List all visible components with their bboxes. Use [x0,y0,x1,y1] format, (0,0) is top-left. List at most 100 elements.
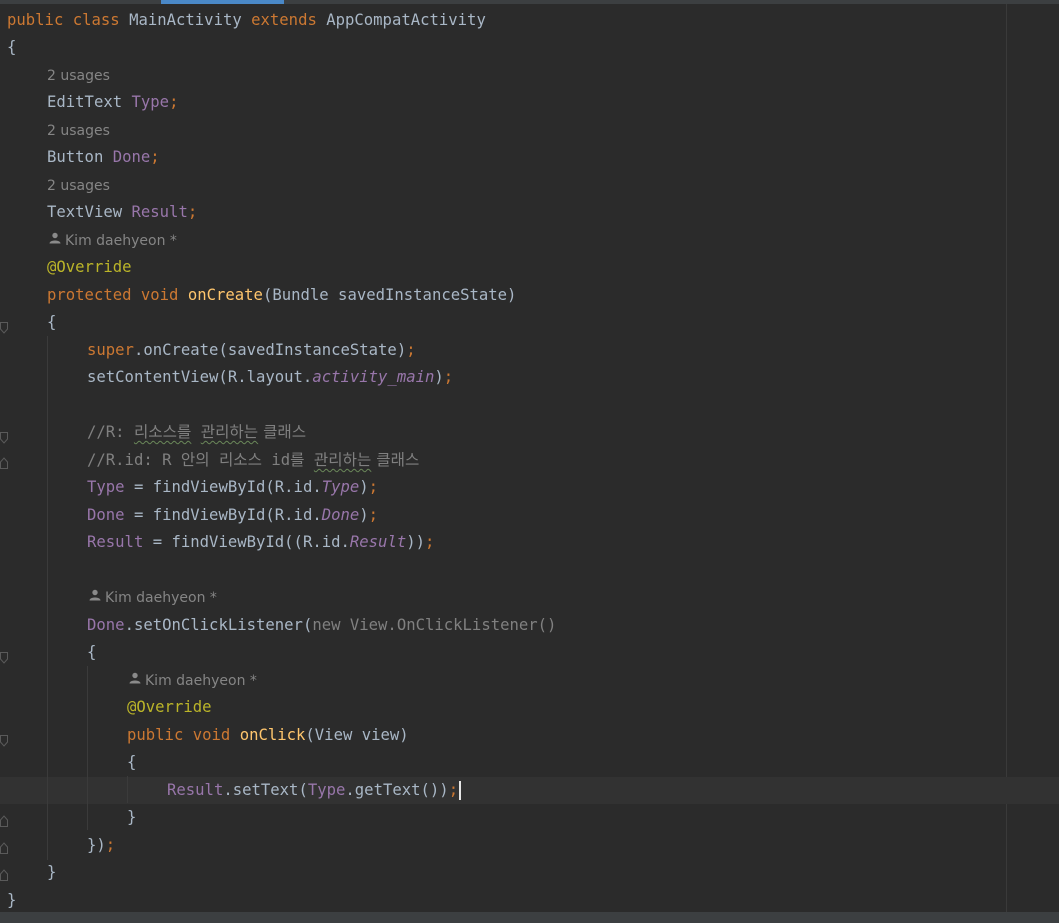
code-token: Type [321,478,360,496]
code-token: TextView [47,203,132,221]
code-token: { [127,753,137,771]
superclass-name: AppCompatActivity [316,11,486,29]
author-name: Kim daehyeon * [145,673,257,689]
code-token: ; [368,506,379,524]
code-token: = findViewById((R.id. [143,533,350,551]
code-line-assign-done[interactable]: Done = findViewById(R.id.Done); [87,502,378,529]
code-token: 클래스 [371,451,420,469]
code-line-class-declaration[interactable]: public class MainActivity extends AppCom… [7,7,486,34]
code-line-assign-result[interactable]: Result = findViewById((R.id.Result)); [87,529,434,556]
code-line-set-text[interactable]: Result.setText(Type.getText()); [167,777,462,804]
usages-hint[interactable]: 2 usages [47,66,110,86]
indent-guide [127,776,128,803]
code-token: ; [448,781,459,799]
code-token: .setText( [223,781,308,799]
current-line-highlight [0,777,1059,804]
horizontal-scrollbar[interactable] [0,912,1059,923]
code-token: { [87,643,97,661]
code-token: Result [87,533,144,551]
indent-guide [87,666,88,830]
active-tab-indicator[interactable] [161,0,284,4]
code-token: } [127,808,137,826]
code-token: ) [359,478,369,496]
code-token: = findViewById(R.id. [124,506,322,524]
keyword: class [72,11,120,29]
fold-marker-icon[interactable] [0,649,8,664]
code-token: setContentView(R.layout. [87,368,313,386]
code-token: ; [406,341,416,359]
code-token: )) [406,533,426,551]
code-token: Type [87,478,125,496]
fold-marker-icon[interactable] [0,866,8,881]
fold-marker-icon[interactable] [0,812,8,827]
person-icon [49,230,61,250]
code-line-method-close-brace[interactable]: } [47,859,56,886]
indent-guide [47,336,48,860]
annotation: @Override [47,258,132,276]
right-margin-guide [1006,4,1007,912]
code-line-onclick-signature[interactable]: public void onClick(View view) [127,722,409,749]
code-token: activity_main [312,368,435,386]
code-line-oncreate-signature[interactable]: protected void onCreate(Bundle savedInst… [47,282,516,309]
code-line-onclick-open-brace[interactable]: { [127,749,136,776]
code-token: EditText [47,93,132,111]
fold-marker-icon[interactable] [0,319,8,334]
author-name: Kim daehyeon * [65,233,177,249]
field-name: Result [131,203,188,221]
usages-hint[interactable]: 2 usages [47,121,110,141]
code-token: void [192,726,231,744]
code-line-set-content-view[interactable]: setContentView(R.layout.activity_main); [87,364,453,391]
author-hint[interactable]: Kim daehyeon * [49,231,177,251]
code-line-override[interactable]: @Override [47,254,132,281]
code-token: Done [321,506,360,524]
code-token: void [140,286,179,304]
code-line-onclick-close-brace[interactable]: } [127,804,136,831]
code-line-super-oncreate[interactable]: super.onCreate(savedInstanceState); [87,337,416,364]
code-token: = findViewById(R.id. [124,478,322,496]
fold-marker-icon[interactable] [0,454,8,469]
code-line-override-onclick[interactable]: @Override [127,694,212,721]
code-line-field-result[interactable]: TextView Result; [47,199,197,226]
code-token: { [47,313,57,331]
person-icon [89,587,101,607]
editor-tab-bar [0,0,1059,4]
author-hint[interactable]: Kim daehyeon * [129,671,257,691]
code-token: Button [47,148,113,166]
code-token: ) [359,506,369,524]
code-token: .onCreate(savedInstanceState) [133,341,407,359]
code-token: Result [167,781,224,799]
code-token: ; [169,93,179,111]
code-line-field-done[interactable]: Button Done; [47,144,160,171]
code-token: (View view) [305,726,409,744]
code-line-listener-open-brace[interactable]: { [87,639,96,666]
fold-marker-icon[interactable] [0,732,8,747]
code-line-method-open-brace[interactable]: { [47,309,56,336]
code-line-set-onclick-listener[interactable]: Done.setOnClickListener(new View.OnClick… [87,612,556,639]
code-token: } [7,891,17,909]
fold-marker-icon[interactable] [0,839,8,854]
code-token: Result [349,533,407,551]
code-line-comment-r[interactable]: //R: 리소스를 관리하는 클래스 [87,419,306,446]
fold-marker-icon[interactable] [0,429,8,444]
code-line-field-type[interactable]: EditText Type; [47,89,178,116]
method-name: onCreate [187,286,263,304]
person-icon [129,670,141,690]
code-token: //R.id: R 안의 리소스 id를 [87,451,314,469]
code-line-class-close-brace[interactable]: } [7,887,16,914]
code-token: ; [105,836,116,854]
usages-hint[interactable]: 2 usages [47,176,110,196]
code-token: ; [443,368,454,386]
keyword: extends [251,11,317,29]
code-line-assign-type[interactable]: Type = findViewById(R.id.Type); [87,474,378,501]
code-line-comment-r-id[interactable]: //R.id: R 안의 리소스 id를 관리하는 클래스 [87,447,419,474]
code-token: 관리하는 [313,451,372,469]
author-hint[interactable]: Kim daehyeon * [89,588,217,608]
code-line-class-open-brace[interactable]: { [7,34,16,61]
code-line-listener-close[interactable]: }); [87,832,115,859]
code-token: ) [434,368,444,386]
code-token: (Bundle savedInstanceState) [262,286,517,304]
